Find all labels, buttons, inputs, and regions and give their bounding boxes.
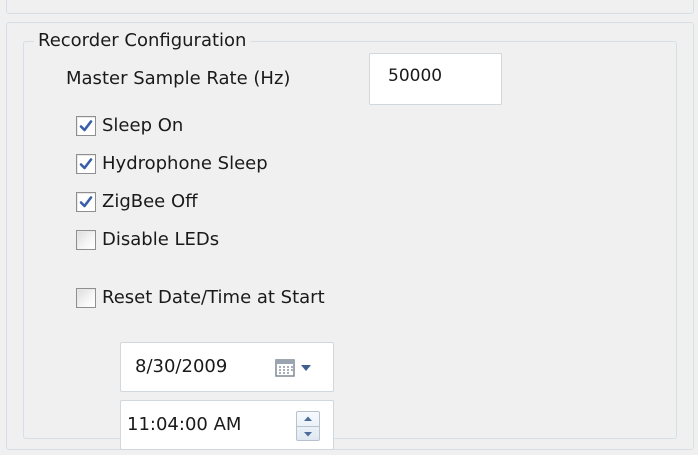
previous-panel <box>6 0 694 14</box>
reset-datetime-label: Reset Date/Time at Start <box>102 287 325 308</box>
date-value: 8/30/2009 <box>135 356 228 377</box>
spin-up-icon[interactable] <box>297 412 319 426</box>
sample-rate-label: Master Sample Rate (Hz) <box>66 68 291 89</box>
checkmark-icon[interactable] <box>76 154 96 174</box>
reset-datetime-checkbox[interactable]: Reset Date/Time at Start <box>76 284 325 312</box>
sample-rate-value: 50000 <box>388 66 443 86</box>
time-picker[interactable]: 11:04:00 AM <box>120 400 334 450</box>
disable-leds-checkbox[interactable]: Disable LEDs <box>76 226 219 254</box>
time-spinner[interactable] <box>296 411 320 441</box>
group-title: Recorder Configuration <box>34 30 251 52</box>
zigbee-off-checkbox[interactable]: ZigBee Off <box>76 188 198 216</box>
settings-panel: Recorder Configuration Master Sample Rat… <box>6 22 694 450</box>
sleep-on-checkbox[interactable]: Sleep On <box>76 112 183 140</box>
calendar-dropdown-icon[interactable] <box>275 359 315 377</box>
zigbee-off-label: ZigBee Off <box>102 191 198 212</box>
date-picker[interactable]: 8/30/2009 <box>120 342 334 392</box>
hydrophone-sleep-label: Hydrophone Sleep <box>102 153 268 174</box>
sleep-on-label: Sleep On <box>102 115 184 136</box>
empty-checkbox-icon[interactable] <box>76 230 96 250</box>
checkmark-icon[interactable] <box>76 116 96 136</box>
spin-down-icon[interactable] <box>297 426 319 440</box>
sample-rate-input[interactable]: 50000 <box>369 53 502 105</box>
disable-leds-label: Disable LEDs <box>102 229 220 250</box>
time-value: 11:04:00 AM <box>127 414 242 435</box>
checkmark-icon[interactable] <box>76 192 96 212</box>
hydrophone-sleep-checkbox[interactable]: Hydrophone Sleep <box>76 150 268 178</box>
recorder-configuration-group: Recorder Configuration Master Sample Rat… <box>23 30 677 450</box>
empty-checkbox-icon[interactable] <box>76 288 96 308</box>
